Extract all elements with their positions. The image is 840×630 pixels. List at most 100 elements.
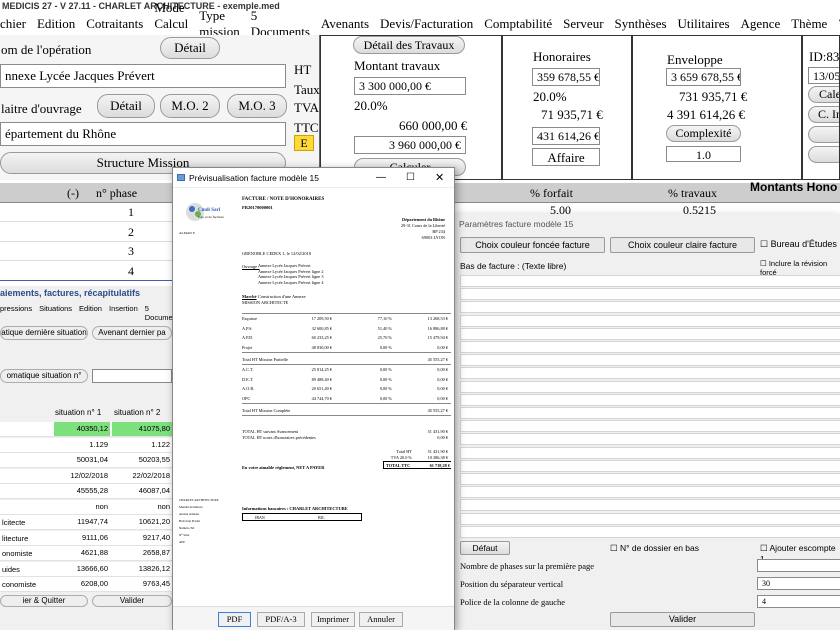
separateur-field[interactable]: 30: [757, 577, 840, 590]
bas-facture-line[interactable]: [460, 288, 840, 301]
e-badge[interactable]: E: [294, 135, 314, 151]
bas-facture-line[interactable]: [460, 407, 840, 419]
bas-facture-line[interactable]: [460, 499, 840, 512]
table-row[interactable]: 40350,12 41075,80: [0, 422, 172, 437]
bas-facture-line[interactable]: [460, 354, 840, 367]
date-field[interactable]: 13/05: [808, 67, 839, 84]
preview-annuler-button[interactable]: Annuler: [359, 612, 403, 627]
bas-facture-line[interactable]: [460, 275, 840, 287]
phase-number: 1: [128, 205, 134, 219]
affaire-field[interactable]: Affaire: [532, 148, 600, 166]
paiements-tab[interactable]: Insertion: [109, 304, 138, 322]
bas-facture-line[interactable]: [460, 525, 840, 538]
menu-item[interactable]: Devis/Facturation: [380, 16, 473, 32]
detail-travaux-button[interactable]: Détail des Travaux: [353, 36, 465, 54]
invoice-line: A.P.S. 32 600,85 € 51,40 % 16 886,88 €: [242, 324, 451, 334]
table-row[interactable]: 12/02/2018 22/02/2018: [0, 468, 172, 484]
complexite-button[interactable]: Complexité: [666, 125, 741, 142]
paiements-tab[interactable]: pressions: [0, 304, 32, 322]
preview-pdfa3-button[interactable]: PDF/A-3: [257, 612, 305, 627]
preview-pdf-button[interactable]: PDF: [218, 612, 251, 627]
client-line: 69003 LYON: [421, 235, 445, 240]
situation-n-field[interactable]: [92, 369, 172, 383]
table-row[interactable]: 50031,04 50203,55: [0, 453, 172, 468]
maitre-ouvrage-field[interactable]: épartement du Rhône: [0, 122, 286, 146]
table-row[interactable]: conomiste 6208,00 9763,45: [0, 577, 172, 592]
phase-row[interactable]: 2: [0, 223, 172, 242]
menu-item[interactable]: Comptabilité: [484, 16, 552, 32]
nombre-phases-field[interactable]: [757, 559, 840, 572]
preview-imprimer-button[interactable]: Imprimer: [311, 612, 355, 627]
bas-facture-line[interactable]: [460, 420, 840, 433]
honoraires-ttc-field[interactable]: 431 614,26 €: [532, 127, 600, 145]
close-icon[interactable]: ✕: [435, 168, 444, 188]
bas-facture-line[interactable]: [460, 512, 840, 525]
detail-mo-button[interactable]: Détail: [97, 94, 155, 118]
menu-item[interactable]: Edition: [37, 16, 75, 32]
detail-operation-button[interactable]: Détail: [160, 37, 220, 59]
bas-facture-line[interactable]: [460, 301, 840, 314]
mo2-button[interactable]: M.O. 2: [160, 94, 220, 118]
bas-facture-line[interactable]: [460, 433, 840, 446]
defaut-button[interactable]: Défaut: [460, 541, 510, 555]
phase-row[interactable]: 1: [0, 203, 172, 222]
travaux-ht-field[interactable]: 3 300 000,00 €: [354, 77, 466, 95]
phase-row[interactable]: 3: [0, 242, 172, 261]
travaux-ttc-field[interactable]: 3 960 000,00 €: [354, 136, 466, 154]
table-row[interactable]: onomiste 4621,88 2658,87: [0, 546, 172, 561]
bureau-etudes-check[interactable]: ☐ Bureau d'Études: [760, 239, 837, 250]
valider-left-button[interactable]: Valider: [92, 595, 172, 607]
bas-facture-line[interactable]: [460, 473, 840, 485]
ttc-box-value: 61 718,28 €: [429, 463, 450, 468]
id-button-3[interactable]: [808, 126, 839, 143]
operation-name-field[interactable]: nnexe Lycée Jacques Prévert: [0, 64, 286, 88]
table-row[interactable]: 1.129 1.122: [0, 437, 172, 453]
paiements-tab[interactable]: Situations: [39, 304, 72, 322]
bas-facture-line[interactable]: [460, 459, 840, 472]
couleur-claire-button[interactable]: Choix couleur claire facture: [610, 237, 755, 253]
bas-facture-line[interactable]: [460, 367, 840, 380]
mo3-button[interactable]: M.O. 3: [227, 94, 287, 118]
bas-facture-line[interactable]: [460, 446, 840, 459]
situation-n-button[interactable]: omatique situation n°: [0, 369, 88, 383]
enveloppe-ht-field[interactable]: 3 659 678,55 €: [666, 68, 741, 86]
avenant-button[interactable]: Avenant dernier pa: [92, 326, 172, 340]
id-button-4[interactable]: [808, 146, 839, 163]
honoraires-ht-field[interactable]: 359 678,55 €: [532, 68, 600, 86]
menu-item[interactable]: Utilitaires: [678, 16, 730, 32]
menu-item[interactable]: chier: [0, 16, 26, 32]
valider-params-button[interactable]: Valider: [610, 612, 755, 627]
table-row[interactable]: 45555,28 46087,04: [0, 484, 172, 499]
table-row[interactable]: litecture 9111,06 9217,40: [0, 530, 172, 546]
menu-item[interactable]: Agence: [741, 16, 781, 32]
police-field[interactable]: 4: [757, 595, 840, 608]
menu-item[interactable]: Avenants: [321, 16, 369, 32]
menu-item[interactable]: Synthèses: [615, 16, 667, 32]
maximize-icon[interactable]: ☐: [406, 168, 415, 188]
bas-facture-line[interactable]: [460, 327, 840, 340]
quitter-button[interactable]: ier & Quitter: [0, 595, 88, 607]
menu-item[interactable]: Thème: [791, 16, 827, 32]
dossier-bas-check[interactable]: ☐ N° de dossier en bas: [610, 543, 699, 554]
bas-facture-line[interactable]: [460, 486, 840, 499]
minimize-icon[interactable]: —: [376, 168, 386, 188]
menu-item[interactable]: Serveur: [563, 16, 603, 32]
derniere-situation-button[interactable]: atique dernière situation: [0, 326, 88, 340]
bas-facture-line[interactable]: [460, 380, 840, 393]
complexite-field[interactable]: 1.0: [666, 146, 741, 162]
table-row[interactable]: lcitecte 11947,74 10621,20: [0, 515, 172, 530]
couleur-foncee-button[interactable]: Choix couleur foncée facture: [460, 237, 605, 253]
paiements-tab[interactable]: Edition: [79, 304, 102, 322]
id-label: ID:837: [809, 49, 840, 64]
calendrier-button[interactable]: Cale: [808, 86, 839, 103]
invoice-line: Projet 48 830,00 € 0,00 % 0,00 €: [242, 343, 451, 353]
bas-facture-line[interactable]: [460, 341, 840, 353]
table-row[interactable]: non non: [0, 499, 172, 515]
menu-item[interactable]: Cotraitants: [86, 16, 143, 32]
table-row[interactable]: uides 13666,60 13826,12: [0, 561, 172, 577]
line-label: A.P.S.: [242, 325, 253, 331]
phase-row[interactable]: 4: [0, 262, 172, 281]
bas-facture-line[interactable]: [460, 393, 840, 406]
ci-button[interactable]: C. In: [808, 106, 839, 123]
bas-facture-line[interactable]: [460, 314, 840, 327]
